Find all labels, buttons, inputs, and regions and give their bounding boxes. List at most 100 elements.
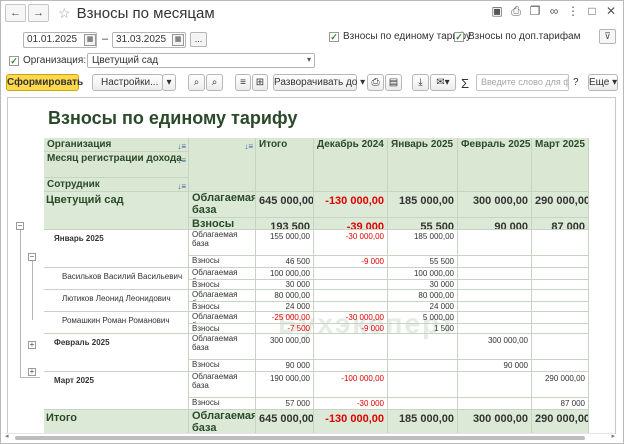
- row-11-val-4[interactable]: [532, 360, 589, 372]
- row-8-indicator[interactable]: Облагаемая база: [189, 312, 256, 324]
- period-select-button[interactable]: ...: [190, 32, 207, 47]
- row-1-val-1[interactable]: -39 000: [314, 218, 388, 230]
- horizontal-scrollbar[interactable]: ◂ ▸: [5, 433, 615, 441]
- row-5-val-1[interactable]: [314, 280, 388, 290]
- sum-sigma-icon[interactable]: Σ: [461, 76, 469, 91]
- row-2-val-4[interactable]: [532, 230, 589, 256]
- calendar-from-icon[interactable]: ▦: [84, 34, 96, 46]
- row-0-val-2[interactable]: 185 000,00: [388, 192, 458, 218]
- row-10-val-4[interactable]: [532, 334, 589, 360]
- header-col-3[interactable]: Март 2025: [532, 138, 589, 192]
- row-11-indicator[interactable]: Взносы: [189, 360, 256, 372]
- row-9-val-4[interactable]: [532, 324, 589, 334]
- row-1-val-4[interactable]: 87 000: [532, 218, 589, 230]
- scroll-left-icon[interactable]: ◂: [5, 432, 9, 440]
- row-7-val-1[interactable]: [314, 302, 388, 312]
- vertical-scrollbar[interactable]: [613, 97, 621, 437]
- help-button[interactable]: ?: [573, 77, 579, 88]
- header-col-0[interactable]: Декабрь 2024: [314, 138, 388, 192]
- row-11-val-2[interactable]: [388, 360, 458, 372]
- row-5-val-3[interactable]: [458, 280, 532, 290]
- row-3-val-1[interactable]: -9 000: [314, 256, 388, 268]
- find-button[interactable]: ⌕: [188, 74, 205, 91]
- row-12-indicator[interactable]: Облагаемая база: [189, 372, 256, 398]
- row-13-val-3[interactable]: [458, 398, 532, 410]
- group-levels-button[interactable]: ≡: [235, 74, 251, 91]
- forward-button[interactable]: →: [28, 4, 49, 22]
- row-14-indicator[interactable]: Облагаемая база: [189, 410, 256, 433]
- row-11-val-1[interactable]: [314, 360, 388, 372]
- row-8-val-2[interactable]: 5 000,00: [388, 312, 458, 324]
- row-7-val-3[interactable]: [458, 302, 532, 312]
- row-14-val-2[interactable]: 185 000,00: [388, 410, 458, 433]
- row-0-val-4[interactable]: 290 000,00: [532, 192, 589, 218]
- row-12-val-1[interactable]: -100 000,00: [314, 372, 388, 398]
- row-2-name[interactable]: Январь 2025: [44, 230, 189, 268]
- row-7-val-2[interactable]: 24 000: [388, 302, 458, 312]
- row-6-val-1[interactable]: [314, 290, 388, 302]
- row-5-val-0[interactable]: 30 000: [256, 280, 314, 290]
- row-10-val-2[interactable]: [388, 334, 458, 360]
- row-9-indicator[interactable]: Взносы: [189, 324, 256, 334]
- download-button[interactable]: ⤓: [412, 74, 429, 91]
- row-3-val-3[interactable]: [458, 256, 532, 268]
- favorite-star-icon[interactable]: ☆: [58, 5, 71, 22]
- print-button[interactable]: ⎙: [367, 74, 384, 91]
- maximize-icon[interactable]: □: [586, 4, 598, 19]
- row-6-val-4[interactable]: [532, 290, 589, 302]
- row-1-indicator[interactable]: Взносы: [189, 218, 256, 230]
- row-1-val-3[interactable]: 90 000: [458, 218, 532, 230]
- row-2-val-1[interactable]: -30 000,00: [314, 230, 388, 256]
- row-14-val-0[interactable]: 645 000,00: [256, 410, 314, 433]
- row-4-val-4[interactable]: [532, 268, 589, 280]
- save-icon[interactable]: ▣: [491, 4, 503, 19]
- row-13-val-1[interactable]: -30 000: [314, 398, 388, 410]
- row-14-val-4[interactable]: 290 000,00: [532, 410, 589, 433]
- sort-icon[interactable]: ↓≡: [244, 140, 253, 153]
- extra-tariffs-checkbox[interactable]: ✓: [454, 32, 464, 42]
- row-11-val-3[interactable]: 90 000: [458, 360, 532, 372]
- row-7-val-4[interactable]: [532, 302, 589, 312]
- more-vertical-icon[interactable]: ⋮: [567, 4, 579, 19]
- row-14-name[interactable]: Итого: [44, 410, 189, 433]
- search-input[interactable]: Введите слово для фи...: [476, 74, 569, 91]
- row-9-val-1[interactable]: -9 000: [314, 324, 388, 334]
- settings-button[interactable]: Настройки...: [92, 74, 163, 91]
- row-6-val-0[interactable]: 80 000,00: [256, 290, 314, 302]
- row-10-name[interactable]: Февраль 2025: [44, 334, 189, 372]
- collapse-org-button[interactable]: −: [16, 222, 24, 230]
- group-expand-button[interactable]: ⊞: [252, 74, 268, 91]
- row-13-val-0[interactable]: 57 000: [256, 398, 314, 410]
- find-clear-button[interactable]: ⌕: [206, 74, 223, 91]
- variant-dropdown-button[interactable]: ▾: [162, 74, 176, 91]
- row-6-val-3[interactable]: [458, 290, 532, 302]
- row-3-indicator[interactable]: Взносы: [189, 256, 256, 268]
- row-8-val-1[interactable]: -30 000,00: [314, 312, 388, 324]
- row-3-val-0[interactable]: 46 500: [256, 256, 314, 268]
- row-12-val-0[interactable]: 190 000,00: [256, 372, 314, 398]
- sort-icon[interactable]: ↓≡: [177, 180, 186, 191]
- header-organization[interactable]: Организация ↓≡: [44, 138, 189, 152]
- header-col-1[interactable]: Январь 2025: [388, 138, 458, 192]
- row-10-val-0[interactable]: 300 000,00: [256, 334, 314, 360]
- calendar-to-icon[interactable]: ▦: [172, 34, 184, 46]
- expand-to-button[interactable]: Разворачивать до ▾: [273, 74, 365, 91]
- row-13-val-4[interactable]: 87 000: [532, 398, 589, 410]
- filter-settings-button[interactable]: ⊽: [599, 29, 616, 44]
- row-9-val-0[interactable]: -7 500: [256, 324, 314, 334]
- header-indicator[interactable]: ↓≡: [189, 138, 256, 192]
- row-12-val-4[interactable]: 290 000,00: [532, 372, 589, 398]
- link-icon[interactable]: ∞: [548, 4, 560, 19]
- row-13-indicator[interactable]: Взносы: [189, 398, 256, 410]
- row-11-val-0[interactable]: 90 000: [256, 360, 314, 372]
- close-icon[interactable]: ✕: [605, 4, 617, 19]
- header-total[interactable]: Итого: [256, 138, 314, 192]
- row-2-val-3[interactable]: [458, 230, 532, 256]
- row-4-val-0[interactable]: 100 000,00: [256, 268, 314, 280]
- more-button[interactable]: Еще ▾: [588, 74, 618, 91]
- row-4-val-2[interactable]: 100 000,00: [388, 268, 458, 280]
- row-2-val-2[interactable]: 185 000,00: [388, 230, 458, 256]
- row-5-indicator[interactable]: Взносы: [189, 280, 256, 290]
- row-14-val-3[interactable]: 300 000,00: [458, 410, 532, 433]
- row-7-val-0[interactable]: 24 000: [256, 302, 314, 312]
